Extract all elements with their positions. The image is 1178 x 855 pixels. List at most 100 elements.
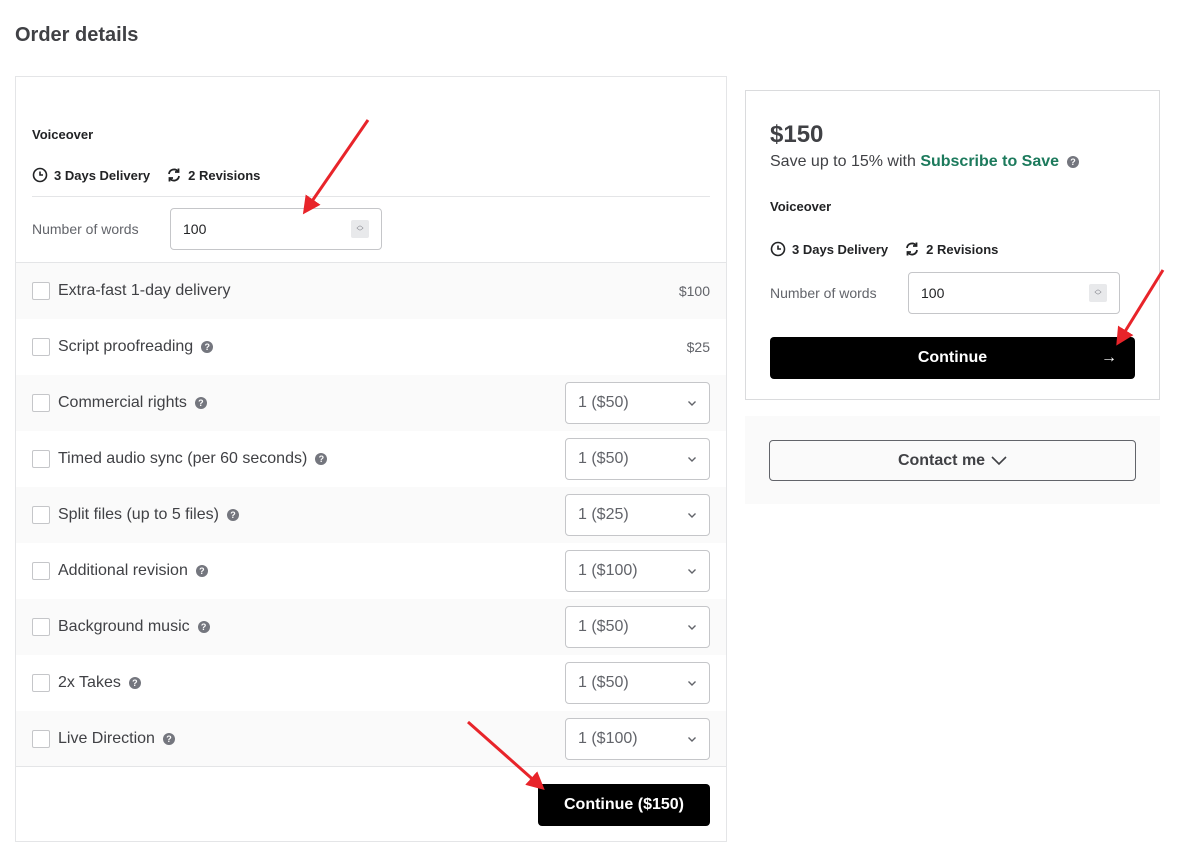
quantity-value: 1 ($25) xyxy=(578,506,629,523)
summary-words-row: Number of words ︿﹀ xyxy=(770,272,1120,314)
summary-revisions-text: 2 Revisions xyxy=(926,241,999,257)
package-features: 3 Days Delivery 2 Revisions xyxy=(32,167,260,183)
subscribe-to-save-link[interactable]: Subscribe to Save xyxy=(920,153,1059,170)
quantity-value: 1 ($50) xyxy=(578,618,629,635)
help-icon[interactable]: ? xyxy=(226,509,239,521)
quantity-select[interactable]: 1 ($50) xyxy=(565,382,710,424)
total-price: $150 xyxy=(770,121,824,148)
quantity-select[interactable]: 1 ($50) xyxy=(565,438,710,480)
card-footer: Continue ($150) xyxy=(16,766,726,842)
help-icon[interactable]: ? xyxy=(128,677,141,689)
stepper[interactable]: ︿ ﹀ xyxy=(351,220,369,238)
contact-me-button[interactable]: Contact me xyxy=(769,440,1136,481)
summary-delivery: 3 Days Delivery xyxy=(770,241,888,257)
extra-price: $100 xyxy=(678,283,710,299)
refresh-icon xyxy=(168,168,181,182)
delivery-text: 3 Days Delivery xyxy=(54,167,151,183)
quantity-value: 1 ($100) xyxy=(578,562,638,579)
extra-checkbox[interactable] xyxy=(32,338,50,356)
refresh-icon xyxy=(906,242,919,256)
continue-total-button[interactable]: Continue ($150) xyxy=(538,784,710,826)
extra-label: Background music xyxy=(58,618,190,635)
quantity-select[interactable]: 1 ($50) xyxy=(565,606,710,648)
extra-checkbox[interactable] xyxy=(32,450,50,468)
chevron-down-icon xyxy=(688,681,696,686)
delivery-feature: 3 Days Delivery xyxy=(32,167,150,183)
words-row: Number of words ︿﹀ xyxy=(32,208,382,250)
package-name: Voiceover xyxy=(32,127,94,142)
contact-label: Contact me xyxy=(897,451,986,469)
extra-checkbox[interactable] xyxy=(32,562,50,580)
summary-delivery-text: 3 Days Delivery xyxy=(792,241,889,257)
contact-section: Contact me xyxy=(745,416,1160,504)
extra-row: Split files (up to 5 files)? 1 ($25) xyxy=(16,487,726,543)
continue-button[interactable]: Continue → xyxy=(770,337,1135,379)
revisions-text: 2 Revisions xyxy=(188,167,261,183)
summary-words-input-field[interactable] xyxy=(921,285,1071,301)
extra-checkbox[interactable] xyxy=(32,506,50,524)
quantity-value: 1 ($100) xyxy=(578,730,638,747)
quantity-select[interactable]: 1 ($50) xyxy=(565,662,710,704)
save-prefix: Save up to 15% with xyxy=(770,153,921,170)
extra-checkbox[interactable] xyxy=(32,394,50,412)
words-input-field[interactable] xyxy=(183,221,333,237)
extra-row: Script proofreading? $25 xyxy=(16,319,726,375)
clock-icon xyxy=(770,241,786,257)
extra-price: $25 xyxy=(686,339,710,355)
words-input[interactable]: ︿﹀ xyxy=(170,208,382,250)
extra-label: Script proofreading xyxy=(58,338,194,355)
arrow-right-icon: → xyxy=(1101,349,1117,366)
help-icon[interactable]: ? xyxy=(195,565,208,577)
quantity-value: 1 ($50) xyxy=(578,674,629,691)
clock-icon xyxy=(32,167,48,183)
extra-label: Commercial rights xyxy=(58,394,187,411)
subscribe-line: Save up to 15% with Subscribe to Save? xyxy=(770,153,1080,171)
extra-label: Additional revision xyxy=(58,562,188,579)
summary-words-label: Number of words xyxy=(770,285,877,301)
summary-features: 3 Days Delivery 2 Revisions xyxy=(770,241,998,257)
chevron-down-icon xyxy=(688,457,696,462)
quantity-value: 1 ($50) xyxy=(578,394,629,411)
chevron-down-icon xyxy=(688,513,696,518)
summary-revisions: 2 Revisions xyxy=(904,241,998,257)
extra-row: Background music? 1 ($50) xyxy=(16,599,726,655)
extra-label: 2x Takes xyxy=(58,674,121,691)
revisions-feature: 2 Revisions xyxy=(166,167,260,183)
summary-words-input[interactable]: ︿﹀ xyxy=(908,272,1120,314)
help-icon[interactable]: ? xyxy=(201,341,214,353)
chevron-down-icon xyxy=(688,625,696,630)
chevron-down-icon xyxy=(688,569,696,574)
help-icon[interactable]: ? xyxy=(194,397,207,409)
help-icon[interactable]: ? xyxy=(162,733,175,745)
extra-row: Additional revision? 1 ($100) xyxy=(16,543,726,599)
extra-checkbox[interactable] xyxy=(32,282,50,300)
quantity-value: 1 ($50) xyxy=(578,450,629,467)
words-label: Number of words xyxy=(32,221,139,237)
summary-package-name: Voiceover xyxy=(770,199,832,214)
chevron-down-icon xyxy=(991,455,1007,465)
extra-label: Live Direction xyxy=(58,730,155,747)
quantity-select[interactable]: 1 ($25) xyxy=(565,494,710,536)
extra-label: Extra-fast 1-day delivery xyxy=(58,282,231,299)
quantity-select[interactable]: 1 ($100) xyxy=(565,718,710,760)
help-icon[interactable]: ? xyxy=(1067,155,1080,168)
extra-checkbox[interactable] xyxy=(32,618,50,636)
extra-row: Live Direction? 1 ($100) xyxy=(16,711,726,767)
page-title: Order details xyxy=(15,24,139,46)
quantity-select[interactable]: 1 ($100) xyxy=(565,550,710,592)
extra-row: 2x Takes? 1 ($50) xyxy=(16,655,726,711)
divider xyxy=(32,196,710,197)
extra-checkbox[interactable] xyxy=(32,730,50,748)
extra-checkbox[interactable] xyxy=(32,674,50,692)
extra-row: Commercial rights? 1 ($50) xyxy=(16,375,726,431)
chevron-down-icon xyxy=(688,401,696,406)
chevron-down-icon xyxy=(688,737,696,742)
extra-row: Extra-fast 1-day delivery $100 xyxy=(16,263,726,319)
stepper[interactable]: ︿ ﹀ xyxy=(1089,284,1107,302)
help-icon[interactable]: ? xyxy=(315,453,328,465)
order-details-card: Voiceover 3 Days Delivery 2 Revisions Nu… xyxy=(15,76,727,842)
help-icon[interactable]: ? xyxy=(197,621,210,633)
summary-card: $150 Save up to 15% with Subscribe to Sa… xyxy=(745,90,1160,400)
extra-label: Split files (up to 5 files) xyxy=(58,506,219,523)
continue-label: Continue xyxy=(917,349,988,366)
